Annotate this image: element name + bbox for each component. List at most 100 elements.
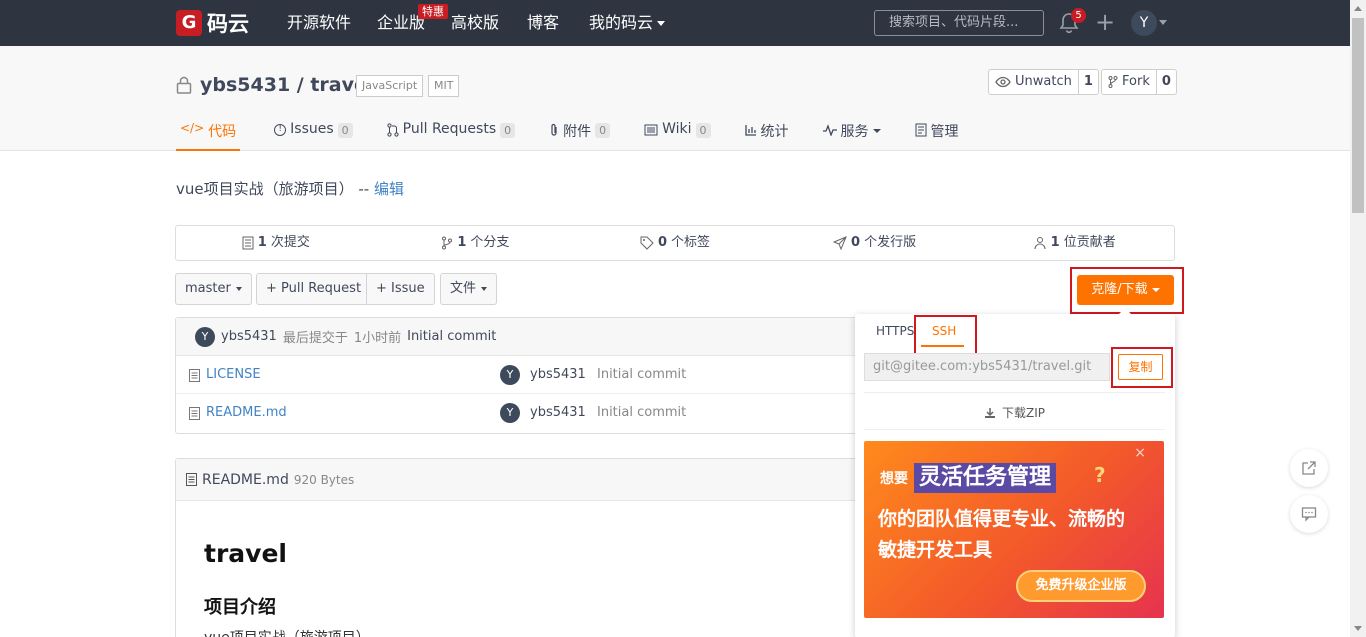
- tab-pull-requests[interactable]: Pull Requests 0: [387, 118, 516, 151]
- scroll-up-icon[interactable]: [1354, 6, 1362, 11]
- paper-plane-icon: [833, 236, 847, 250]
- nav-my-gitee-label: 我的码云: [589, 13, 654, 32]
- stat-number: 1: [257, 235, 267, 250]
- nav-blog[interactable]: 博客: [527, 0, 559, 46]
- nav-my-gitee[interactable]: 我的码云: [589, 0, 666, 46]
- scroll-down-icon[interactable]: [1354, 626, 1362, 631]
- fork-count[interactable]: 0: [1155, 70, 1176, 94]
- promo-highlight: 灵活任务管理: [914, 463, 1057, 493]
- plus-icon[interactable]: +: [1095, 9, 1115, 35]
- clone-download-button[interactable]: 克隆/下载: [1077, 275, 1174, 305]
- file-user-name: ybs5431: [530, 405, 586, 420]
- upgrade-enterprise-button[interactable]: 免费升级企业版: [1016, 570, 1146, 602]
- avatar[interactable]: Y: [195, 326, 215, 347]
- readme-title: travel: [204, 539, 287, 568]
- pulse-icon: [822, 124, 837, 136]
- tab-label: Wiki: [662, 121, 692, 137]
- tab-ssh[interactable]: SSH: [932, 324, 956, 338]
- stat-number: 1: [457, 235, 467, 250]
- file-icon: [186, 473, 197, 486]
- watch-button[interactable]: Unwatch 1: [988, 69, 1099, 95]
- file-link[interactable]: LICENSE: [189, 356, 261, 394]
- stat-label: 个发行版: [864, 235, 917, 250]
- tab-code[interactable]: </> 代码: [176, 118, 241, 151]
- file-menu-button[interactable]: 文件: [440, 273, 498, 305]
- clone-url-field[interactable]: git@gitee.com:ybs5431/travel.git: [864, 353, 1110, 381]
- stat-label: 位贡献者: [1063, 235, 1116, 250]
- file-icon: [189, 406, 200, 420]
- code-icon: </>: [180, 121, 205, 135]
- download-zip-link[interactable]: 下载ZIP: [984, 404, 1045, 421]
- language-tag[interactable]: JavaScript: [356, 75, 424, 97]
- promo-question-mark: ?: [1094, 463, 1106, 487]
- chevron-down-icon[interactable]: [1159, 20, 1167, 25]
- stat-commits[interactable]: 1 次提交: [176, 226, 376, 260]
- tab-services[interactable]: 服务: [822, 118, 881, 151]
- file-name: LICENSE: [206, 367, 261, 382]
- dropdown-arrow: [1118, 308, 1132, 315]
- logo-text: 码云: [207, 12, 249, 36]
- scrollbar-thumb[interactable]: [1352, 18, 1364, 213]
- chevron-down-icon: [235, 287, 242, 291]
- nav-education[interactable]: 高校版: [451, 0, 499, 46]
- chevron-down-icon: [1151, 287, 1160, 292]
- stat-releases[interactable]: 0 个发行版: [775, 226, 975, 260]
- watch-count[interactable]: 1: [1077, 70, 1098, 94]
- file-commit-user[interactable]: Y ybs5431: [500, 356, 586, 394]
- stat-number: 0: [851, 235, 861, 250]
- tab-wiki[interactable]: Wiki 0: [644, 118, 711, 151]
- stat-number: 0: [657, 235, 667, 250]
- commit-message[interactable]: Initial commit: [407, 329, 496, 344]
- tab-count: 0: [695, 123, 711, 138]
- commit-user[interactable]: ybs5431: [221, 329, 277, 344]
- fork-icon: [1108, 76, 1118, 88]
- tab-https[interactable]: HTTPS: [876, 324, 914, 338]
- gitee-logo[interactable]: G 码云: [176, 9, 249, 37]
- user-avatar[interactable]: Y: [1131, 10, 1157, 36]
- tab-issues[interactable]: ! Issues 0: [274, 118, 353, 151]
- search-input[interactable]: 搜索项目、代码片段...: [874, 10, 1044, 36]
- tab-attachments[interactable]: 附件 0: [549, 118, 611, 151]
- copy-button[interactable]: 复制: [1118, 354, 1163, 380]
- file-commit-user[interactable]: Y ybs5431: [500, 394, 586, 432]
- branch-icon: [442, 236, 453, 250]
- stat-contributors[interactable]: 1 位贡献者: [974, 226, 1174, 260]
- tab-label: 统计: [760, 124, 789, 140]
- repo-stats-bar: 1 次提交 1 个分支 0 个标签 0 个发行版 1 位贡献者: [175, 225, 1175, 261]
- file-commit-message[interactable]: Initial commit: [597, 394, 686, 432]
- share-float-button[interactable]: [1290, 449, 1328, 487]
- enterprise-promo-badge: 特惠: [418, 4, 448, 19]
- fork-button[interactable]: Fork 0: [1101, 69, 1177, 95]
- license-tag[interactable]: MIT: [428, 75, 460, 97]
- fork-button-label: Fork: [1102, 70, 1156, 94]
- chevron-down-icon: [872, 129, 881, 133]
- stat-branches[interactable]: 1 个分支: [376, 226, 576, 260]
- new-issue-button[interactable]: + Issue: [366, 273, 435, 305]
- branch-select[interactable]: master: [175, 273, 252, 305]
- repo-title[interactable]: ybs5431 / travel: [200, 74, 373, 96]
- file-commit-message[interactable]: Initial commit: [597, 356, 686, 394]
- contributors-icon: [1034, 237, 1046, 250]
- stat-number: 1: [1050, 235, 1060, 250]
- promo-line: 敏捷开发工具: [878, 539, 993, 561]
- nav-opensource[interactable]: 开源软件: [287, 0, 351, 46]
- close-icon[interactable]: ×: [1134, 445, 1146, 461]
- promo-want: 想要: [880, 471, 908, 487]
- issue-icon: !: [274, 124, 287, 136]
- tab-manage[interactable]: 管理: [915, 118, 959, 151]
- feedback-float-button[interactable]: [1290, 495, 1328, 533]
- file-link[interactable]: README.md: [189, 394, 287, 432]
- book-icon: [644, 124, 658, 136]
- enterprise-promo-banner[interactable]: × 想要 灵活任务管理 ? 你的团队值得更专业、流畅的 敏捷开发工具 免费升级企…: [864, 441, 1164, 618]
- document-icon: [915, 123, 927, 137]
- new-pull-request-button[interactable]: + Pull Request: [256, 273, 372, 305]
- tab-label: 管理: [930, 124, 959, 140]
- fork-label: Fork: [1122, 74, 1150, 89]
- notification-count-badge: 5: [1071, 8, 1086, 23]
- chevron-down-icon: [657, 20, 666, 26]
- logo-mark-icon: G: [176, 10, 202, 36]
- edit-description-link[interactable]: 编辑: [374, 180, 404, 198]
- tab-stats[interactable]: 统计: [744, 118, 789, 151]
- tab-label: 代码: [208, 124, 237, 140]
- stat-tags[interactable]: 0 个标签: [575, 226, 775, 260]
